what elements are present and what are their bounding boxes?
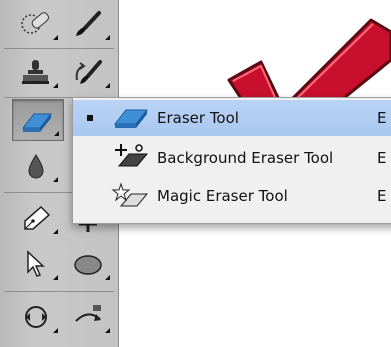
3d-rotate-icon <box>75 305 101 322</box>
eraser-flyout-menu: Eraser Tool E Background Eraser Tool E M… <box>72 97 391 224</box>
spot-healing-brush-tool[interactable] <box>12 4 62 44</box>
rotate-view-tool[interactable] <box>12 297 62 337</box>
menu-item-eraser-tool[interactable]: Eraser Tool E <box>73 100 391 136</box>
blur-tool[interactable] <box>12 146 62 186</box>
ellipse-tool[interactable] <box>64 244 114 284</box>
selected-bullet-icon <box>87 115 93 121</box>
ellipse-shape-icon <box>74 255 102 275</box>
menu-item-magic-eraser-tool[interactable]: Magic Eraser Tool E <box>73 178 391 214</box>
brush-tool[interactable] <box>64 4 114 44</box>
clone-stamp-icon <box>22 60 49 84</box>
pen-icon <box>24 205 51 230</box>
brush-icon <box>76 11 101 36</box>
background-eraser-icon <box>115 144 149 167</box>
clone-stamp-tool[interactable] <box>12 52 62 92</box>
menu-item-label: Background Eraser Tool <box>157 149 334 167</box>
menu-item-background-eraser-tool[interactable]: Background Eraser Tool E <box>73 140 391 176</box>
path-selection-arrow-icon <box>27 250 45 277</box>
pen-tool[interactable] <box>12 198 62 238</box>
menu-item-label: Magic Eraser Tool <box>157 187 288 205</box>
history-brush-tool[interactable] <box>64 52 114 92</box>
eraser-tool-button[interactable] <box>12 99 64 141</box>
blur-drop-icon <box>28 154 44 179</box>
eraser-icon <box>113 109 149 128</box>
spot-healing-brush-icon <box>21 12 49 34</box>
menu-item-shortcut: E <box>377 109 387 127</box>
menu-item-label: Eraser Tool <box>157 109 239 127</box>
menu-item-shortcut: E <box>377 149 387 167</box>
history-brush-icon <box>75 60 102 84</box>
3d-rotate-tool[interactable] <box>64 297 114 337</box>
rotate-view-icon <box>25 306 47 328</box>
magic-eraser-icon <box>111 182 149 207</box>
path-selection-tool[interactable] <box>12 244 62 284</box>
menu-item-shortcut: E <box>377 187 387 205</box>
eraser-icon <box>21 113 53 132</box>
